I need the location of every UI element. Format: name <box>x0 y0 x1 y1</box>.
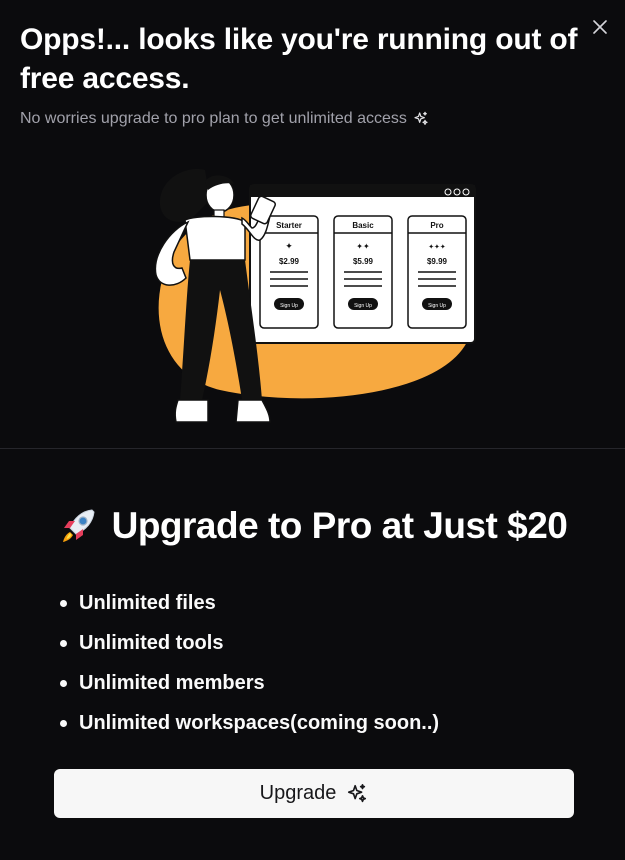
list-item: Unlimited files <box>60 583 625 623</box>
plan-cta: Sign Up <box>354 303 372 309</box>
bullet-icon <box>60 599 67 607</box>
feature-text: Unlimited workspaces(coming soon..) <box>79 711 440 734</box>
features-list: Unlimited files Unlimited tools Unlimite… <box>60 583 625 743</box>
feature-text: Unlimited tools <box>79 631 224 654</box>
sparkles-icon <box>348 783 367 802</box>
modal-title: Opps!... looks like you're running out o… <box>20 23 578 95</box>
promo-section: Upgrade to Pro at Just $20 Unlimited fil… <box>0 505 625 743</box>
close-icon <box>593 20 607 34</box>
browser-titlebar <box>250 185 475 197</box>
bullet-icon <box>60 639 67 647</box>
upgrade-modal: Opps!... looks like you're running out o… <box>0 0 625 860</box>
pricing-illustration: Starter ✦ $2.99 Sign Up Basic ✦✦ $5.99 S… <box>150 160 480 430</box>
bullet-icon <box>60 719 67 727</box>
sparkle-icon: ✦ <box>285 241 293 251</box>
plan-name: Pro <box>430 221 443 230</box>
modal-header: Opps!... looks like you're running out o… <box>0 0 625 128</box>
plan-cta: Sign Up <box>428 303 446 309</box>
feature-text: Unlimited files <box>79 591 216 614</box>
subtitle-text: No worries upgrade to pro plan to get un… <box>20 110 407 127</box>
close-button[interactable] <box>589 16 611 38</box>
rocket-icon <box>62 509 95 542</box>
list-item: Unlimited workspaces(coming soon..) <box>60 703 625 743</box>
plan-price: $5.99 <box>353 257 374 266</box>
upgrade-button-label: Upgrade <box>259 782 337 804</box>
plan-card-starter: Starter ✦ $2.99 Sign Up <box>259 215 319 329</box>
sparkles-icon <box>414 111 428 125</box>
promo-title-text: Upgrade to Pro at Just $20 <box>111 505 568 546</box>
list-item: Unlimited members <box>60 663 625 703</box>
bullet-icon <box>60 679 67 687</box>
plan-price: $9.99 <box>427 257 448 266</box>
plan-name: Basic <box>352 221 374 230</box>
plan-name: Starter <box>276 221 302 230</box>
feature-text: Unlimited members <box>79 671 265 694</box>
list-item: Unlimited tools <box>60 623 625 663</box>
plan-card-basic: Basic ✦✦ $5.99 Sign Up <box>333 215 393 329</box>
upgrade-button[interactable]: Upgrade <box>54 769 574 818</box>
promo-title: Upgrade to Pro at Just $20 <box>0 505 625 547</box>
modal-subtitle: No worries upgrade to pro plan to get un… <box>20 110 605 128</box>
plan-price: $2.99 <box>279 257 300 266</box>
plan-cta: Sign Up <box>280 303 298 309</box>
section-divider <box>0 448 625 449</box>
sparkle-icon: ✦✦✦ <box>428 243 446 251</box>
illustration-svg: Starter ✦ $2.99 Sign Up Basic ✦✦ $5.99 S… <box>154 169 476 423</box>
sparkle-icon: ✦✦ <box>356 242 370 251</box>
plan-card-pro: Pro ✦✦✦ $9.99 Sign Up <box>407 215 467 329</box>
